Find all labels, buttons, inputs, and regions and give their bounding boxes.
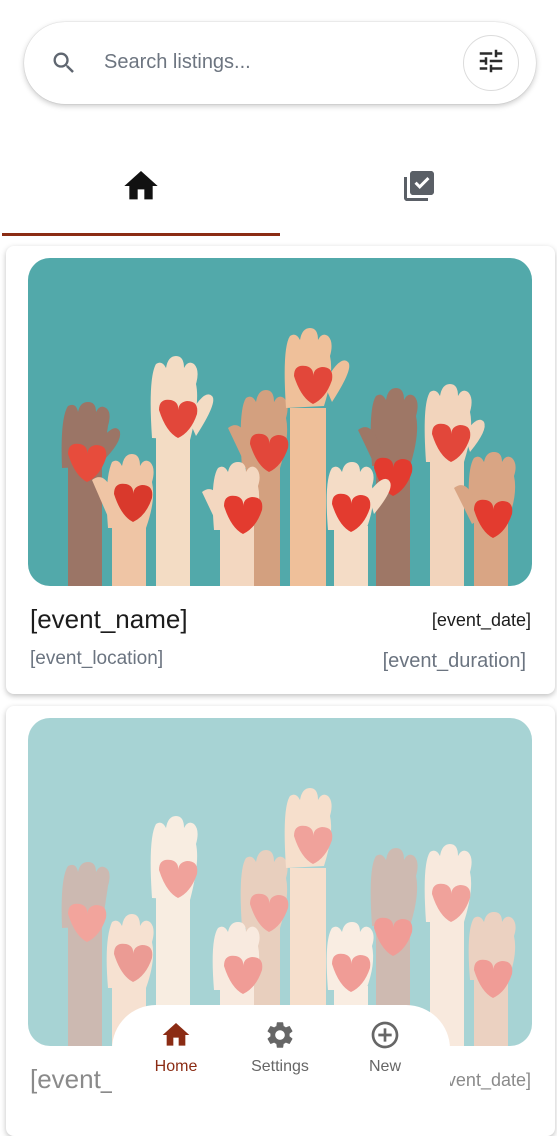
nav-home-button[interactable]: Home [136, 1019, 216, 1076]
search-icon [50, 49, 78, 82]
event-date: [event_date] [431, 610, 531, 630]
nav-settings-label: Settings [251, 1058, 309, 1075]
filter-button[interactable] [463, 35, 519, 91]
tune-icon [476, 46, 506, 81]
bottom-navigation: Home Settings New [112, 1005, 450, 1115]
tab-completed[interactable] [280, 140, 557, 236]
event-image [28, 718, 532, 1046]
home-icon [121, 166, 161, 211]
event-location: [event_location] [30, 648, 164, 669]
search-input[interactable] [104, 42, 434, 82]
nav-new-button[interactable]: New [345, 1019, 425, 1076]
event-duration: [event_duration] [382, 650, 526, 672]
nav-settings-button[interactable]: Settings [240, 1019, 320, 1076]
library-add-check-icon [401, 168, 437, 209]
tab-home[interactable] [2, 140, 280, 236]
event-image [28, 258, 532, 586]
tab-indicator [2, 233, 280, 236]
home-icon [160, 1019, 192, 1056]
add-circle-icon [369, 1019, 401, 1056]
listing-card[interactable]: [event_name] [event_date] [event_locatio… [6, 246, 555, 694]
nav-home-label: Home [154, 1058, 198, 1075]
gear-icon [264, 1019, 296, 1056]
event-name: [event_name] [30, 604, 188, 634]
nav-new-label: New [368, 1058, 401, 1075]
